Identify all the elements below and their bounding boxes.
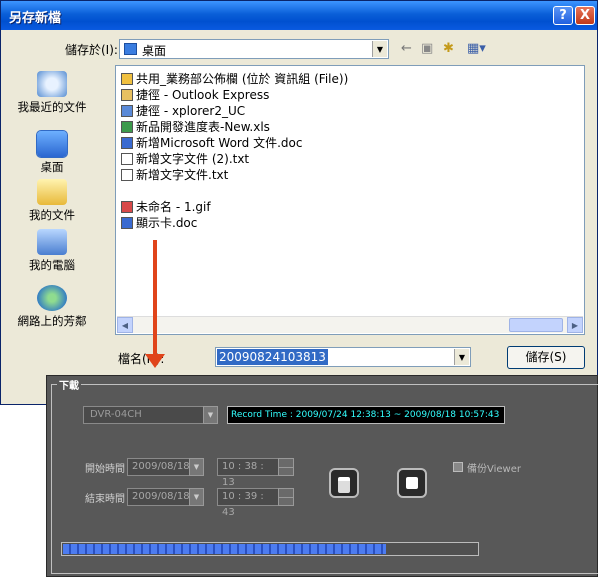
place-my-documents[interactable]: 我的文件 bbox=[1, 179, 103, 223]
save-in-label: 儲存於(I): bbox=[65, 43, 118, 57]
end-time-spinner[interactable] bbox=[278, 488, 294, 506]
list-item[interactable]: 新增文字文件.txt bbox=[121, 168, 228, 183]
annotation-arrow-head bbox=[145, 354, 165, 368]
record-time-display: Record Time : 2009/07/24 12:38:13 ~ 2009… bbox=[227, 406, 505, 424]
up-folder-icon[interactable]: ▣ bbox=[421, 41, 433, 56]
chevron-down-icon[interactable]: ▼ bbox=[372, 41, 387, 57]
save-in-value: 桌面 bbox=[142, 44, 167, 58]
download-title: 下載 bbox=[57, 377, 81, 392]
title-bar: 另存新檔 ? X bbox=[1, 1, 597, 30]
new-folder-icon[interactable]: ✱ bbox=[443, 41, 454, 56]
download-progress-bar bbox=[61, 542, 479, 556]
annotation-arrow-line bbox=[153, 240, 157, 358]
file-list[interactable]: 共用_業務部公佈欄 (位於 資訊組 (File)) 捷徑 - Outlook E… bbox=[115, 65, 585, 335]
list-item[interactable]: 捷徑 - xplorer2_UC bbox=[121, 104, 245, 119]
dialog-title: 另存新檔 bbox=[9, 11, 62, 26]
calendar-dropdown-icon[interactable]: ▼ bbox=[189, 488, 204, 506]
horizontal-scrollbar[interactable]: ◀ ▶ bbox=[117, 316, 583, 333]
excel-file-icon bbox=[121, 121, 133, 133]
back-arrow-icon[interactable]: ← bbox=[401, 41, 412, 56]
scroll-left-icon[interactable]: ◀ bbox=[117, 317, 133, 333]
network-icon bbox=[37, 285, 67, 311]
shortcut-icon bbox=[121, 89, 133, 101]
image-file-icon bbox=[121, 201, 133, 213]
chevron-down-icon[interactable]: ▼ bbox=[203, 406, 218, 424]
filename-input[interactable]: 20090824103813 ▼ bbox=[215, 347, 471, 367]
place-network[interactable]: 網路上的芳鄰 bbox=[1, 285, 103, 329]
start-time-spinner[interactable] bbox=[278, 458, 294, 476]
word-file-icon bbox=[121, 217, 133, 229]
disk-icon bbox=[338, 477, 350, 493]
shortcut-icon bbox=[121, 105, 133, 117]
backup-viewer-label: 備份Viewer bbox=[467, 464, 521, 475]
stop-icon bbox=[406, 477, 418, 489]
text-file-icon bbox=[121, 169, 133, 181]
end-time-input[interactable]: 10 : 39 : 43 bbox=[217, 488, 279, 518]
scroll-thumb[interactable] bbox=[509, 318, 563, 332]
save-button[interactable]: 儲存(S) bbox=[507, 346, 585, 369]
place-label: 我的電腦 bbox=[29, 258, 75, 272]
word-file-icon bbox=[121, 137, 133, 149]
list-item[interactable]: 新增Microsoft Word 文件.doc bbox=[121, 136, 302, 151]
save-disk-button[interactable] bbox=[329, 468, 359, 498]
list-item[interactable]: 共用_業務部公佈欄 (位於 資訊組 (File)) bbox=[121, 72, 348, 87]
places-bar: 我最近的文件 桌面 我的文件 我的電腦 網路上的芳鄰 bbox=[1, 65, 103, 345]
place-my-computer[interactable]: 我的電腦 bbox=[1, 229, 103, 273]
backup-viewer-checkbox[interactable] bbox=[453, 462, 463, 472]
chevron-down-icon[interactable]: ▼ bbox=[454, 349, 469, 365]
start-time-input[interactable]: 10 : 38 : 13 bbox=[217, 458, 279, 488]
start-time-label: 開始時間 bbox=[85, 464, 125, 475]
view-menu-icon[interactable]: ▦▾ bbox=[467, 41, 486, 56]
place-label: 我的文件 bbox=[29, 208, 75, 222]
end-date-input[interactable]: 2009/08/18 bbox=[127, 488, 193, 506]
dvr-select[interactable]: DVR-04CH bbox=[83, 406, 217, 424]
desktop-icon bbox=[124, 43, 137, 55]
start-date-input[interactable]: 2009/08/18 bbox=[127, 458, 193, 476]
place-desktop[interactable]: 桌面 bbox=[1, 130, 103, 175]
save-as-dialog: 另存新檔 ? X 儲存於(I): 桌面 ▼ ← ▣ ✱ ▦▾ 我最近的文件 桌面… bbox=[0, 0, 598, 405]
stop-button[interactable] bbox=[397, 468, 427, 498]
my-documents-icon bbox=[37, 179, 67, 205]
place-recent[interactable]: 我最近的文件 bbox=[1, 71, 103, 115]
save-in-dropdown[interactable]: 桌面 ▼ bbox=[119, 39, 389, 59]
scroll-right-icon[interactable]: ▶ bbox=[567, 317, 583, 333]
calendar-dropdown-icon[interactable]: ▼ bbox=[189, 458, 204, 476]
progress-fill bbox=[63, 544, 386, 554]
shared-folder-icon bbox=[121, 73, 133, 85]
close-button[interactable]: X bbox=[575, 6, 595, 25]
place-label: 網路上的芳鄰 bbox=[17, 314, 87, 328]
filename-value[interactable]: 20090824103813 bbox=[217, 349, 328, 365]
download-panel: 下載 DVR-04CH ▼ Record Time : 2009/07/24 1… bbox=[46, 375, 598, 577]
text-file-icon bbox=[121, 153, 133, 165]
list-item[interactable]: 捷徑 - Outlook Express bbox=[121, 88, 269, 103]
recent-docs-icon bbox=[37, 71, 67, 97]
list-item[interactable]: 顯示卡.doc bbox=[121, 216, 197, 231]
list-item[interactable]: 新品開發進度表-New.xls bbox=[121, 120, 270, 135]
my-computer-icon bbox=[37, 229, 67, 255]
place-label: 桌面 bbox=[40, 160, 64, 174]
desktop-icon bbox=[36, 130, 68, 158]
list-item[interactable]: 未命名 - 1.gif bbox=[121, 200, 211, 215]
help-button[interactable]: ? bbox=[553, 6, 573, 25]
list-item[interactable]: 新增文字文件 (2).txt bbox=[121, 152, 249, 167]
end-time-label: 結束時間 bbox=[85, 494, 125, 505]
place-label: 我最近的文件 bbox=[17, 100, 87, 114]
